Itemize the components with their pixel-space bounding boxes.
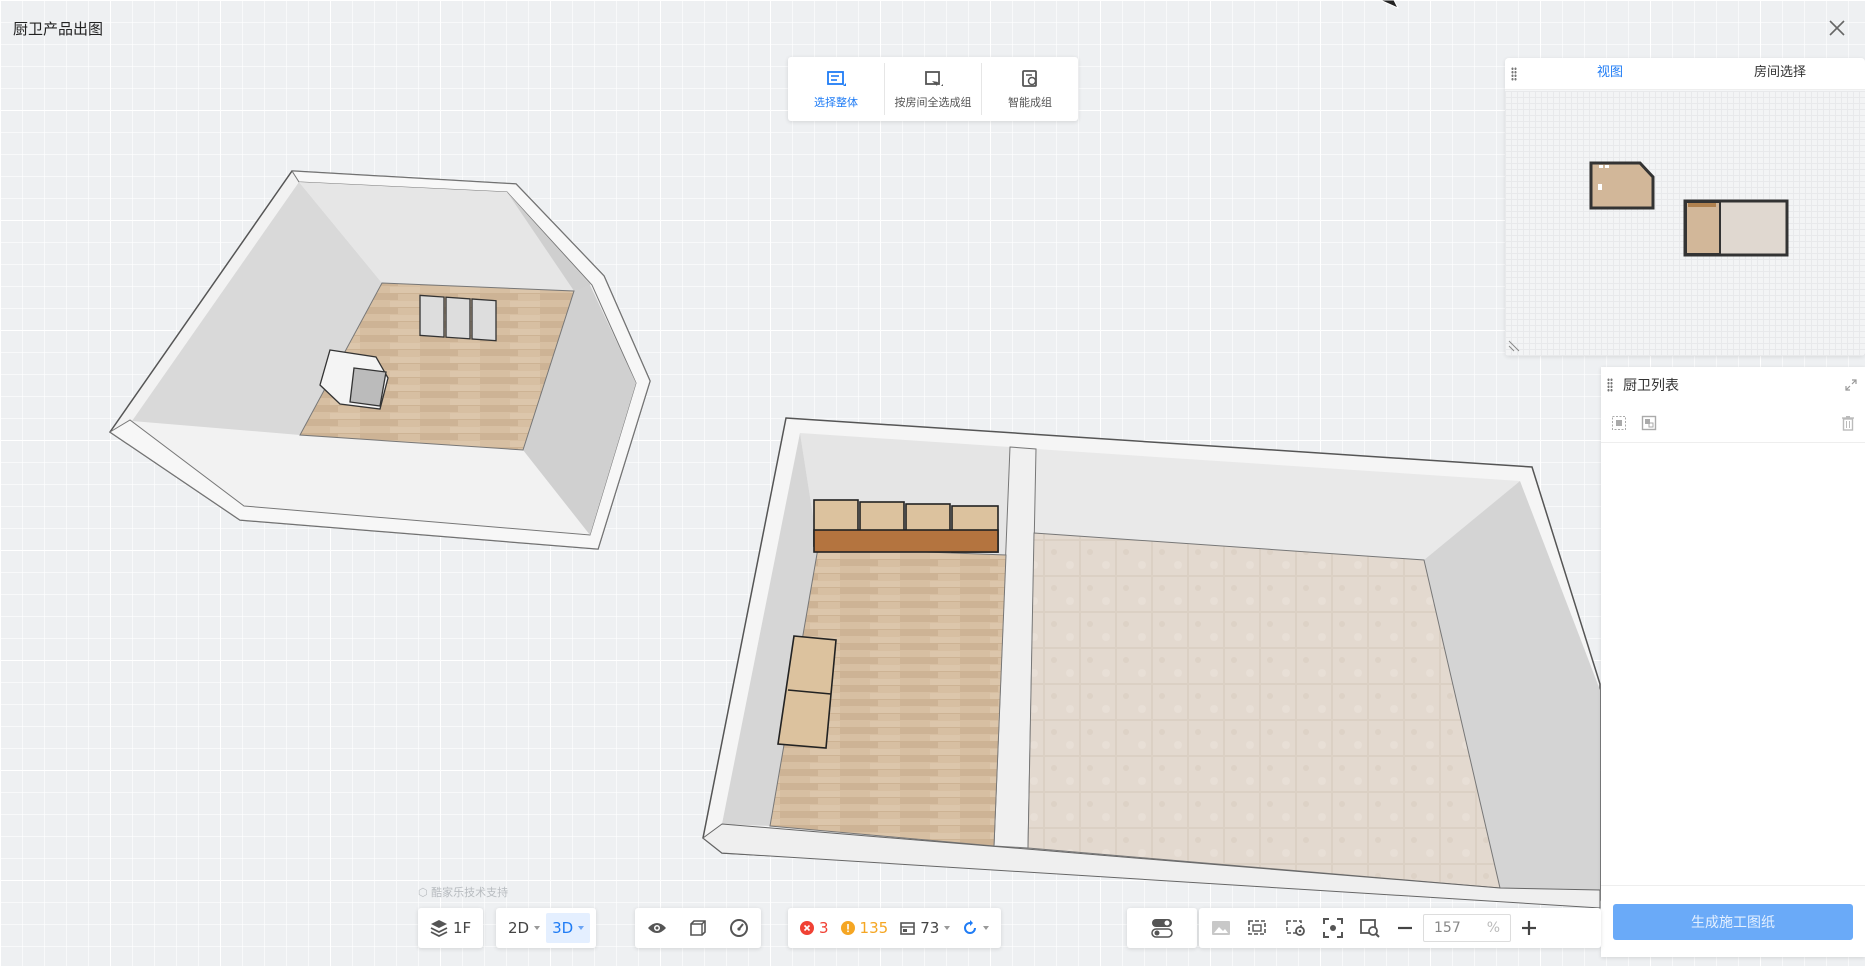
- cube-view-button[interactable]: [683, 913, 713, 943]
- minimap-room-1[interactable]: [1589, 161, 1655, 210]
- zoom-value: 157: [1434, 920, 1461, 936]
- drag-handle-icon[interactable]: [1511, 67, 1517, 81]
- frame-settings-button[interactable]: [1279, 913, 1313, 943]
- view-mode-group: 2D 3D: [496, 908, 597, 948]
- view-tools-group: 157 %: [1199, 908, 1601, 948]
- toggle-icon: [1151, 919, 1173, 938]
- delete-button[interactable]: [1841, 415, 1855, 431]
- chevron-down-icon: [983, 926, 990, 930]
- expand-icon[interactable]: [1845, 379, 1857, 391]
- tab-view[interactable]: 视图: [1525, 58, 1695, 89]
- floor-group: 1F: [418, 908, 484, 948]
- select-room-group-icon: [925, 70, 943, 86]
- status-group: 3 135 73: [788, 908, 1002, 948]
- refresh-button[interactable]: [956, 913, 995, 943]
- watermark-text: 酷家乐技术支持: [431, 886, 509, 899]
- select-room-group-label: 按房间全选成组: [894, 95, 972, 109]
- select-room-group-button[interactable]: 按房间全选成组: [884, 63, 981, 115]
- select-whole-label: 选择整体: [814, 95, 858, 109]
- item-count-indicator[interactable]: 73: [894, 913, 956, 943]
- chevron-down-icon: [534, 926, 541, 930]
- chevron-down-icon: [578, 926, 585, 930]
- image-icon: [1212, 921, 1230, 935]
- kitchen-list-footer: 生成施工图纸: [1601, 885, 1865, 957]
- refresh-icon: [964, 920, 977, 934]
- chevron-down-icon: [944, 926, 951, 930]
- view-3d-label: 3D: [552, 919, 574, 937]
- visibility-button[interactable]: [641, 913, 673, 943]
- selection-toolbar: 选择整体 按房间全选成组 智能成组: [788, 57, 1078, 121]
- kitchen-list-title: 厨卫列表: [1623, 378, 1679, 394]
- kitchen-list-header: 厨卫列表: [1601, 367, 1865, 403]
- screenshot-button[interactable]: [1205, 913, 1237, 943]
- room-2-model: [702, 417, 1601, 909]
- focus-icon: [1323, 918, 1343, 938]
- zoom-fit-icon: [1360, 919, 1380, 938]
- window-title: 厨卫产品出图: [13, 20, 104, 38]
- plus-icon: [1522, 921, 1536, 935]
- group-button[interactable]: [1641, 415, 1657, 431]
- zoom-in-button[interactable]: [1515, 913, 1543, 943]
- cabinet-icon: [900, 921, 915, 935]
- close-button[interactable]: [1821, 12, 1853, 44]
- frame-select-button[interactable]: [1241, 913, 1275, 943]
- drag-handle-icon[interactable]: [1607, 378, 1613, 392]
- zoom-fit-button[interactable]: [1353, 913, 1387, 943]
- view-2d-label: 2D: [508, 919, 530, 937]
- minimap-panel: 视图 房间选择: [1505, 58, 1865, 356]
- display-tools-group: [635, 908, 761, 948]
- warning-count: 135: [859, 919, 889, 937]
- minimap-tabs: 视图 房间选择: [1505, 58, 1865, 90]
- cube-icon: [690, 920, 706, 936]
- smart-group-label: 智能成组: [1008, 95, 1052, 109]
- select-all-icon: [1612, 415, 1626, 430]
- smart-group-icon: [1022, 69, 1037, 87]
- frame-select-icon: [1248, 920, 1266, 935]
- frame-gear-icon: [1286, 920, 1305, 936]
- minimap-room-2[interactable]: [1683, 199, 1789, 257]
- layers-icon: [430, 920, 448, 937]
- eye-icon: [648, 923, 666, 933]
- settings-group: [1127, 908, 1197, 948]
- warning-icon: [840, 921, 855, 935]
- mouse-cursor: [1379, 0, 1400, 10]
- generate-drawings-button[interactable]: 生成施工图纸: [1613, 903, 1853, 940]
- close-icon: [1829, 20, 1845, 36]
- room-1-model: [108, 170, 651, 550]
- view-2d-button[interactable]: 2D: [502, 913, 546, 943]
- select-whole-icon: [827, 70, 846, 86]
- item-count: 73: [920, 919, 940, 937]
- gauge-icon: [730, 919, 748, 937]
- group-icon: [1641, 415, 1657, 430]
- kitchen-list-panel: 厨卫列表 生成施工图纸: [1601, 367, 1865, 957]
- watermark-logo-icon: ⬡: [418, 886, 432, 899]
- tab-room-select[interactable]: 房间选择: [1695, 58, 1865, 89]
- zoom-out-button[interactable]: [1391, 913, 1419, 943]
- floor-label: 1F: [453, 919, 472, 937]
- error-indicator[interactable]: 3: [794, 913, 835, 943]
- view-3d-button[interactable]: 3D: [546, 913, 591, 943]
- zoom-input[interactable]: 157 %: [1423, 914, 1511, 942]
- error-icon: [800, 921, 814, 935]
- toggle-settings-button[interactable]: [1145, 913, 1179, 943]
- smart-group-button[interactable]: 智能成组: [981, 63, 1078, 115]
- warning-indicator[interactable]: 135: [835, 913, 895, 943]
- error-count: 3: [819, 919, 829, 937]
- select-all-button[interactable]: [1611, 415, 1627, 431]
- performance-button[interactable]: [723, 913, 755, 943]
- zoom-unit: %: [1486, 920, 1500, 936]
- watermark: ⬡ 酷家乐技术支持: [418, 884, 508, 900]
- trash-icon: [1842, 415, 1854, 431]
- kitchen-list-tools: [1601, 403, 1865, 443]
- select-whole-button[interactable]: 选择整体: [788, 63, 884, 115]
- minus-icon: [1398, 926, 1412, 930]
- focus-button[interactable]: [1317, 913, 1349, 943]
- resize-corner-icon[interactable]: [1508, 340, 1520, 352]
- floor-selector[interactable]: 1F: [424, 913, 477, 943]
- minimap-canvas[interactable]: [1505, 91, 1865, 356]
